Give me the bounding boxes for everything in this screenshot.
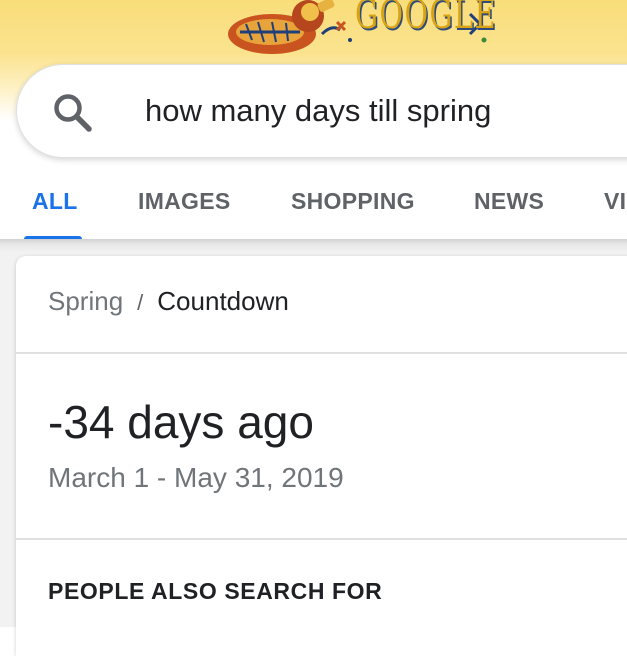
people-also-search-heading: PEOPLE ALSO SEARCH FOR: [48, 578, 383, 604]
search-icon[interactable]: [51, 91, 95, 135]
doodle-wordmark: GOOGLE: [355, 0, 498, 38]
breadcrumb-current: Countdown: [157, 286, 289, 316]
tab-news[interactable]: NEWS: [474, 188, 544, 215]
breadcrumb-parent[interactable]: Spring: [48, 286, 123, 317]
countdown-result-card: Spring / Countdown -34 days ago March 1 …: [16, 256, 627, 656]
search-tabs: ALL IMAGES SHOPPING NEWS VI: [0, 170, 627, 240]
card-divider: [16, 538, 627, 540]
tab-shopping[interactable]: SHOPPING: [291, 188, 415, 215]
tab-videos[interactable]: VI: [604, 188, 626, 215]
tab-images[interactable]: IMAGES: [138, 188, 231, 215]
breadcrumb: Spring / Countdown: [48, 286, 289, 317]
tab-all[interactable]: ALL: [32, 188, 78, 215]
card-divider: [16, 352, 627, 354]
date-range: March 1 - May 31, 2019: [48, 462, 344, 493]
tabs-shadow: [0, 239, 627, 253]
search-input[interactable]: how many days till spring: [145, 93, 491, 129]
breadcrumb-separator: /: [137, 290, 144, 315]
search-box[interactable]: how many days till spring: [16, 64, 627, 158]
countdown-answer: -34 days ago: [48, 396, 314, 448]
